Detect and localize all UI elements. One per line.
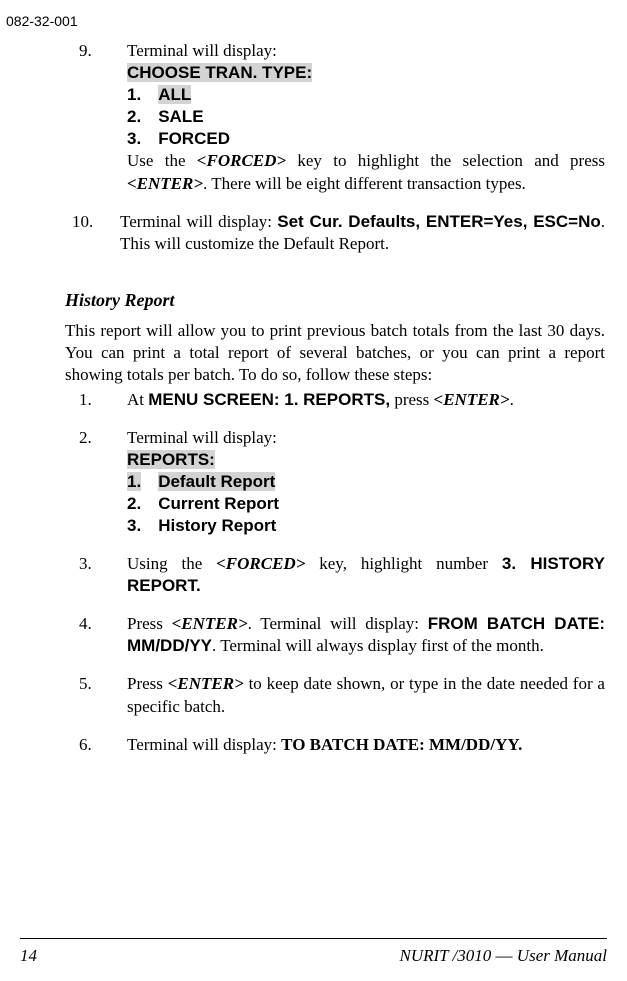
step-10: 10. Terminal will display: Set Cur. Defa… xyxy=(65,211,605,255)
history-step-6-body: Terminal will display: TO BATCH DATE: MM… xyxy=(127,734,605,756)
history-step-1-number: 1. xyxy=(65,389,127,411)
h2-intro: Terminal will display: xyxy=(127,428,277,447)
h5-enter-key: <ENTER> xyxy=(168,674,244,693)
footer-title: NURIT /3010 — User Manual xyxy=(400,945,608,967)
history-step-3-number: 3. xyxy=(65,553,127,597)
footer-title-prefix: NURIT /3010 xyxy=(400,946,496,965)
h4-t3: . Terminal will always display first of … xyxy=(212,636,544,655)
history-step-5-number: 5. xyxy=(65,673,127,717)
page-footer: 14 NURIT /3010 — User Manual xyxy=(20,938,607,967)
h4-enter-key: <ENTER> xyxy=(172,614,248,633)
h1-t2: press xyxy=(390,390,433,409)
h3-t2: key, highlight number xyxy=(305,554,501,573)
h3-forced-key: <FORCED> xyxy=(216,554,305,573)
step-9-enter-key: <ENTER> xyxy=(127,174,203,193)
history-step-6-number: 6. xyxy=(65,734,127,756)
step-10-bold: Set Cur. Defaults, ENTER=Yes, ESC=No xyxy=(277,212,600,231)
history-step-2-body: Terminal will display: REPORTS: 1. Defau… xyxy=(127,427,605,537)
history-step-4-number: 4. xyxy=(65,613,127,657)
history-step-3-body: Using the <FORCED> key, highlight number… xyxy=(127,553,605,597)
h2-opt2: Current Report xyxy=(158,494,279,513)
step-9-forced-key: <FORCED> xyxy=(197,151,286,170)
step-9-number: 9. xyxy=(65,40,127,195)
history-step-5: 5. Press <ENTER> to keep date shown, or … xyxy=(65,673,605,717)
step-9-opt1-num: 1. xyxy=(127,85,141,104)
h6-bold: TO BATCH DATE: MM/DD/YY. xyxy=(281,735,522,754)
step-9-title: CHOOSE TRAN. TYPE: xyxy=(127,63,312,82)
h3-t1: Using the xyxy=(127,554,216,573)
step-9-opt2: SALE xyxy=(158,107,203,126)
step-9-opt2-num: 2. xyxy=(127,107,141,126)
step-9-body: Terminal will display: CHOOSE TRAN. TYPE… xyxy=(127,40,605,195)
h1-bold: MENU SCREEN: 1. REPORTS, xyxy=(148,390,390,409)
h2-title: REPORTS: xyxy=(127,450,215,469)
h1-t3: . xyxy=(510,390,514,409)
page-content: 9. Terminal will display: CHOOSE TRAN. T… xyxy=(65,40,605,772)
step-9-text1: Use the xyxy=(127,151,197,170)
step-9-intro: Terminal will display: xyxy=(127,41,277,60)
step-9-opt3: FORCED xyxy=(158,129,230,148)
step-10-text1: Terminal will display: xyxy=(120,212,277,231)
history-step-1: 1. At MENU SCREEN: 1. REPORTS, press <EN… xyxy=(65,389,605,411)
step-9-opt1: ALL xyxy=(158,85,191,104)
h1-enter-key: <ENTER> xyxy=(434,390,510,409)
footer-emdash: — xyxy=(496,946,513,965)
h4-t2: . Terminal will display: xyxy=(248,614,428,633)
h1-t1: At xyxy=(127,390,148,409)
history-step-2-number: 2. xyxy=(65,427,127,537)
history-step-4-body: Press <ENTER>. Terminal will display: FR… xyxy=(127,613,605,657)
step-9-opt3-num: 3. xyxy=(127,129,141,148)
step-9-text2: key to highlight the selection and press xyxy=(286,151,605,170)
h2-opt3-num: 3. xyxy=(127,516,141,535)
page-number: 14 xyxy=(20,945,37,967)
h2-opt2-num: 2. xyxy=(127,494,141,513)
history-step-1-body: At MENU SCREEN: 1. REPORTS, press <ENTER… xyxy=(127,389,605,411)
history-step-4: 4. Press <ENTER>. Terminal will display:… xyxy=(65,613,605,657)
step-9: 9. Terminal will display: CHOOSE TRAN. T… xyxy=(65,40,605,195)
history-intro-paragraph: This report will allow you to print prev… xyxy=(65,320,605,386)
h5-t1: Press xyxy=(127,674,168,693)
h2-opt3: History Report xyxy=(158,516,276,535)
section-heading-history-report: History Report xyxy=(65,289,605,312)
history-step-2: 2. Terminal will display: REPORTS: 1. De… xyxy=(65,427,605,537)
history-step-6: 6. Terminal will display: TO BATCH DATE:… xyxy=(65,734,605,756)
doc-id-header: 082-32-001 xyxy=(6,12,78,30)
history-step-5-body: Press <ENTER> to keep date shown, or typ… xyxy=(127,673,605,717)
history-step-3: 3. Using the <FORCED> key, highlight num… xyxy=(65,553,605,597)
step-9-text3: . There will be eight different transact… xyxy=(203,174,526,193)
step-10-number: 10. xyxy=(65,211,120,255)
h2-opt1-num: 1. xyxy=(127,472,141,491)
footer-title-suffix: User Manual xyxy=(513,946,607,965)
h4-t1: Press xyxy=(127,614,172,633)
h6-t1: Terminal will display: xyxy=(127,735,281,754)
step-10-body: Terminal will display: Set Cur. Defaults… xyxy=(120,211,605,255)
h2-opt1: Default Report xyxy=(158,472,275,491)
